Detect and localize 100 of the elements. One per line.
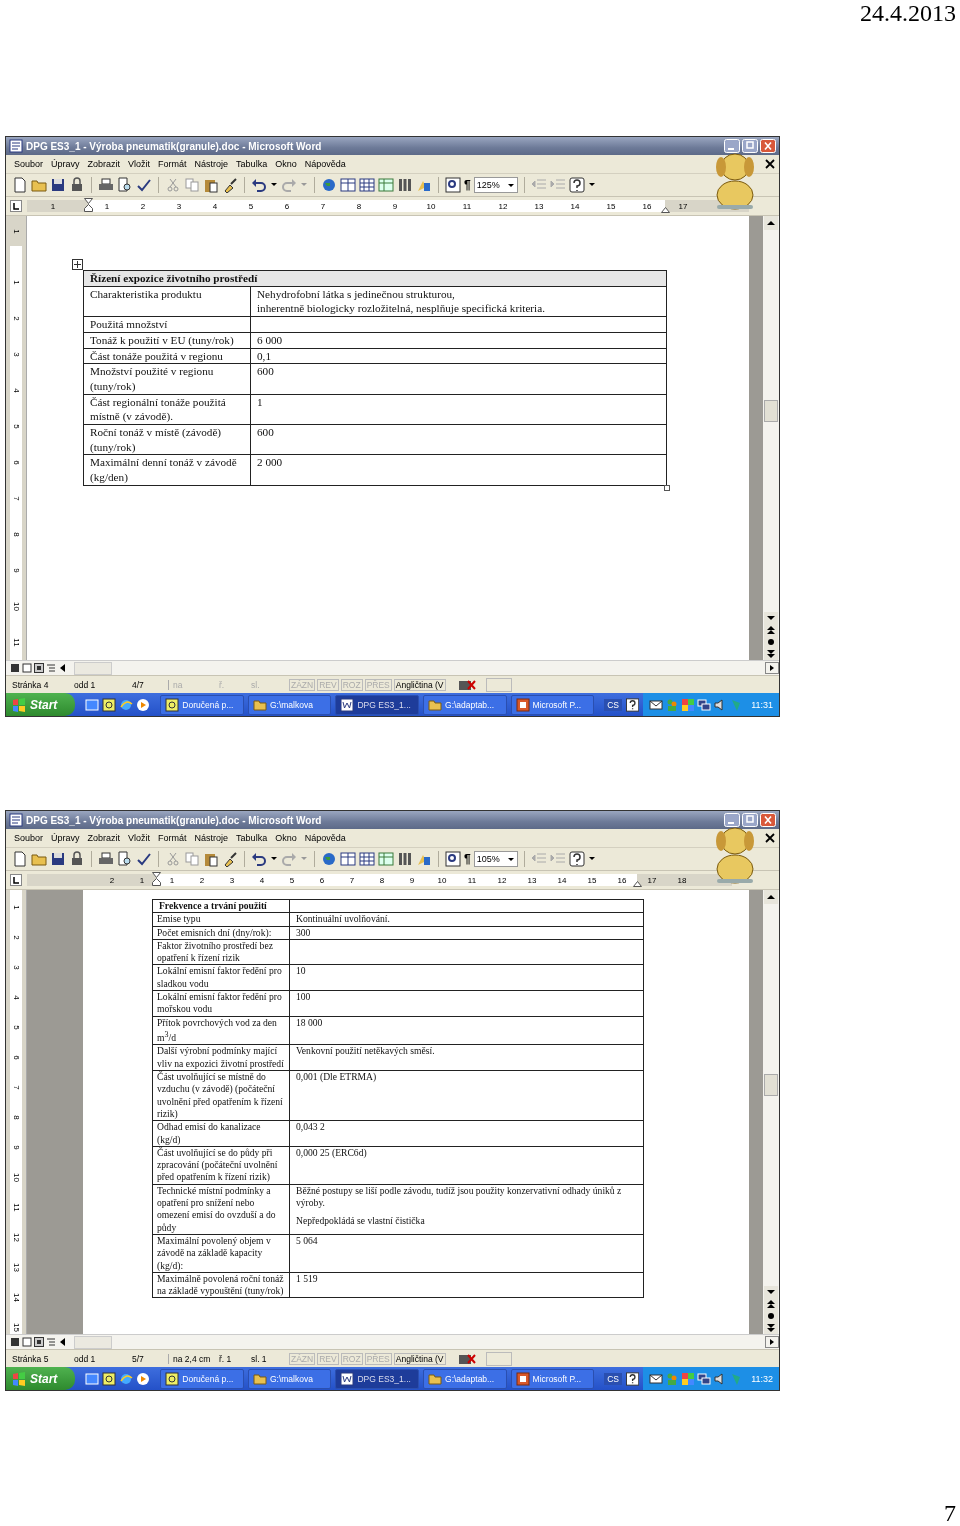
layout-view-icon[interactable] (34, 1337, 44, 1347)
menu-item[interactable]: Soubor (14, 833, 44, 843)
printer-icon[interactable] (98, 177, 114, 193)
menu-item[interactable]: Formát (158, 833, 187, 843)
spelling-book-icon[interactable] (457, 1352, 476, 1365)
taskbar-button[interactable]: Doručená p... (160, 1368, 244, 1389)
close-icon[interactable] (765, 833, 775, 843)
language-indicator[interactable]: CS (604, 698, 622, 711)
browser-icon[interactable] (119, 1371, 134, 1386)
menu-item[interactable]: Vložit (128, 833, 151, 843)
taskbar-button[interactable]: G:\malkova (247, 694, 332, 715)
menu-item[interactable]: Tabulka (236, 833, 268, 843)
next-page-icon[interactable] (764, 1322, 778, 1334)
spreadsheet-icon[interactable] (378, 177, 394, 193)
media-player-icon[interactable] (136, 1371, 151, 1386)
brush-icon[interactable] (222, 851, 238, 867)
clipboard-icon[interactable] (203, 177, 219, 193)
table-move-handle-icon[interactable] (72, 259, 83, 270)
previous-page-icon[interactable] (764, 624, 778, 636)
table-icon[interactable] (340, 851, 356, 867)
lock-icon[interactable] (69, 851, 85, 867)
spellcheck-icon[interactable] (136, 851, 152, 867)
new-document-icon[interactable] (12, 177, 28, 193)
scrollbar-thumb[interactable] (764, 1074, 778, 1096)
lock-icon[interactable] (69, 177, 85, 193)
taskbar-button[interactable]: Microsoft P... (510, 1368, 595, 1389)
vertical-scrollbar[interactable] (749, 216, 779, 660)
scroll-down-icon[interactable] (764, 1286, 778, 1298)
taskbar-button[interactable]: Doručená p... (160, 694, 244, 715)
indent-marker-icon[interactable] (633, 880, 642, 887)
table-icon[interactable] (340, 177, 356, 193)
scrollbar-thumb[interactable] (74, 661, 112, 675)
scroll-down-icon[interactable] (764, 612, 778, 624)
menu-item[interactable]: Zobrazit (87, 833, 121, 843)
scroll-right-icon[interactable] (765, 1336, 779, 1348)
spreadsheet-icon[interactable] (378, 851, 394, 867)
document-map-icon[interactable] (445, 851, 461, 867)
spellcheck-icon[interactable] (136, 177, 152, 193)
undo-icon[interactable] (251, 851, 267, 867)
browser-icon[interactable] (119, 697, 134, 712)
help-icon[interactable] (568, 851, 585, 867)
help-icon[interactable] (625, 697, 640, 712)
save-icon[interactable] (50, 177, 66, 193)
menu-item[interactable]: Úpravy (51, 159, 80, 169)
media-player-icon[interactable] (136, 697, 151, 712)
taskbar-button[interactable]: G:\malkova (247, 1368, 332, 1389)
globe-icon[interactable] (321, 177, 337, 193)
scroll-right-icon[interactable] (765, 662, 779, 674)
tab-stop-icon[interactable] (10, 200, 22, 212)
language-indicator[interactable]: CS (604, 1372, 622, 1385)
taskbar-button[interactable]: G:\adaptab... (423, 1368, 507, 1389)
zoom-field[interactable]: 105% (473, 851, 518, 867)
menu-item[interactable]: Nápověda (304, 833, 346, 843)
print-preview-icon[interactable] (117, 177, 133, 193)
brush-icon[interactable] (222, 177, 238, 193)
envelope-icon[interactable] (649, 698, 664, 711)
indent-marker-icon[interactable] (152, 872, 161, 886)
monitors-icon[interactable] (697, 697, 712, 712)
layout-view-icon[interactable] (34, 663, 44, 673)
columns-icon[interactable] (397, 177, 413, 193)
web-view-icon[interactable] (22, 663, 32, 673)
grid-icon[interactable] (359, 851, 375, 867)
undo-icon[interactable] (251, 177, 267, 193)
indent-marker-icon[interactable] (84, 198, 93, 212)
menu-item[interactable]: Soubor (14, 159, 44, 169)
browse-object-icon[interactable] (764, 1310, 778, 1322)
resize-handle-icon[interactable] (664, 484, 670, 491)
document-map-icon[interactable] (445, 177, 461, 193)
menu-item[interactable]: Formát (158, 159, 187, 169)
menu-item[interactable]: Nástroje (194, 833, 229, 843)
pilcrow-button[interactable]: ¶ (464, 852, 471, 866)
previous-page-icon[interactable] (764, 1298, 778, 1310)
menu-item[interactable]: Okno (275, 159, 297, 169)
menu-item[interactable]: Tabulka (236, 159, 268, 169)
grid-icon[interactable] (359, 177, 375, 193)
next-page-icon[interactable] (764, 648, 778, 660)
monitors-icon[interactable] (697, 1371, 712, 1386)
save-icon[interactable] (50, 851, 66, 867)
new-document-icon[interactable] (12, 851, 28, 867)
print-preview-icon[interactable] (117, 851, 133, 867)
normal-view-icon[interactable] (10, 663, 20, 673)
tab-stop-icon[interactable] (10, 874, 22, 886)
taskbar-button[interactable]: DPG ES3_1... (335, 694, 420, 715)
menu-item[interactable]: Zobrazit (87, 159, 121, 169)
help-icon[interactable] (625, 1371, 640, 1386)
taskbar-button[interactable]: DPG ES3_1... (335, 1368, 420, 1389)
scroll-up-icon[interactable] (764, 216, 778, 230)
menu-item[interactable]: Okno (275, 833, 297, 843)
browse-object-icon[interactable] (764, 636, 778, 648)
scroll-left-icon[interactable] (58, 1337, 68, 1347)
menu-item[interactable]: Nápověda (304, 159, 346, 169)
spelling-book-icon[interactable] (457, 678, 476, 691)
pilcrow-button[interactable]: ¶ (464, 178, 471, 192)
zoom-field[interactable]: 125% (473, 177, 518, 193)
vertical-scrollbar[interactable] (749, 890, 779, 1334)
normal-view-icon[interactable] (10, 1337, 20, 1347)
taskbar-button[interactable]: G:\adaptab... (423, 694, 507, 715)
web-view-icon[interactable] (22, 1337, 32, 1347)
desktop-icon[interactable] (85, 1371, 100, 1386)
globe-icon[interactable] (321, 851, 337, 867)
